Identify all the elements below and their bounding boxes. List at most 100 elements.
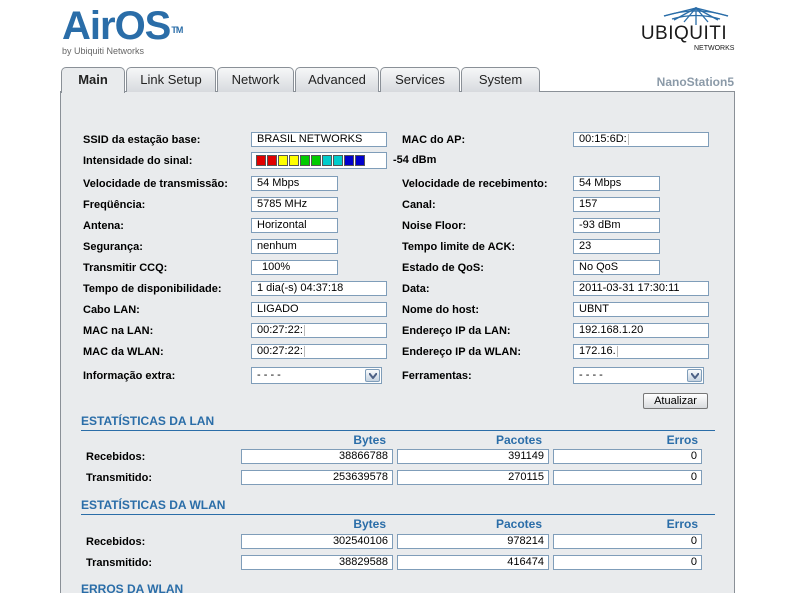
wlan-tx-packets: 416474 xyxy=(397,555,549,570)
wlan-ip-label: Endereço IP da WLAN: xyxy=(402,346,521,358)
lan-cable-label: Cabo LAN: xyxy=(83,304,140,316)
signal-segment xyxy=(267,155,277,166)
brand-subtitle: NETWORKS xyxy=(694,45,735,52)
channel-label: Canal: xyxy=(402,199,436,211)
extra-info-label: Informação extra: xyxy=(83,370,176,382)
lan-rx-packets: 391149 xyxy=(397,449,549,464)
tab-advanced[interactable]: Advanced xyxy=(295,67,379,92)
redacted-mask xyxy=(303,324,354,336)
security-value: nenhum xyxy=(251,239,338,254)
lan-tx-packets: 270115 xyxy=(397,470,549,485)
logo-text: AirOS xyxy=(62,4,171,48)
signal-segment xyxy=(289,155,299,166)
uptime-label: Tempo de disponibilidade: xyxy=(83,283,222,295)
ack-timeout-label: Tempo limite de ACK: xyxy=(402,241,516,253)
ubiquiti-logo: UBIQUITI NETWORKS xyxy=(632,4,742,54)
extra-info-select[interactable]: - - - - xyxy=(251,367,382,384)
ccq-value: 100% xyxy=(251,260,338,275)
lan-rx-label: Recebidos: xyxy=(86,451,146,463)
signal-segment xyxy=(311,155,321,166)
signal-segment xyxy=(300,155,310,166)
redacted-mask xyxy=(303,345,354,357)
tab-main[interactable]: Main xyxy=(61,67,125,93)
lan-ip-value: 192.168.1.20 xyxy=(573,323,709,338)
wlan-tx-bytes: 38829588 xyxy=(241,555,393,570)
lan-bytes-header: Bytes xyxy=(353,433,386,447)
redacted-mask xyxy=(627,133,678,145)
tx-rate-value: 54 Mbps xyxy=(251,176,338,191)
wlan-rx-errors: 0 xyxy=(553,534,702,549)
wlan-mac-text: 00:27:22: xyxy=(257,345,303,357)
airos-logo: AirOSTM by Ubiquiti Networks xyxy=(62,4,183,56)
lan-errors-header: Erros xyxy=(666,433,698,447)
lan-mac-label: MAC na LAN: xyxy=(83,325,154,337)
ssid-value: BRASIL NETWORKS xyxy=(251,132,387,147)
extra-info-selected: - - - - xyxy=(257,369,281,381)
rx-rate-value: 54 Mbps xyxy=(573,176,660,191)
qos-value: No QoS xyxy=(573,260,660,275)
ssid-label: SSID da estação base: xyxy=(83,134,201,146)
signal-segment xyxy=(333,155,343,166)
hostname-value: UBNT xyxy=(573,302,709,317)
redacted-mask xyxy=(616,345,667,357)
tools-label: Ferramentas: xyxy=(402,370,472,382)
wlan-ip-text: 172.16. xyxy=(579,345,616,357)
date-value: 2011-03-31 17:30:11 xyxy=(573,281,709,296)
signal-segment xyxy=(322,155,332,166)
hostname-label: Nome do host: xyxy=(402,304,479,316)
tab-network[interactable]: Network xyxy=(217,67,294,92)
wlan-packets-header: Pacotes xyxy=(495,517,542,531)
lan-packets-header: Pacotes xyxy=(495,433,542,447)
antenna-label: Antena: xyxy=(83,220,124,232)
lan-ip-label: Endereço IP da LAN: xyxy=(402,325,511,337)
lan-stats-title: ESTATÍSTICAS DA LAN xyxy=(81,414,215,428)
wlan-errors-title: ERROS DA WLAN xyxy=(81,582,184,593)
date-label: Data: xyxy=(402,283,430,295)
tab-system[interactable]: System xyxy=(461,67,540,92)
header: AirOSTM by Ubiquiti Networks UBIQUITI NE… xyxy=(0,0,800,66)
ap-mac-label: MAC do AP: xyxy=(402,134,466,146)
ap-mac-value: 00:15:6D: xyxy=(573,132,709,147)
lan-mac-value: 00:27:22: xyxy=(251,323,387,338)
chevron-down-icon[interactable] xyxy=(365,369,380,382)
security-label: Segurança: xyxy=(83,241,143,253)
signal-segment xyxy=(344,155,354,166)
lan-tx-bytes: 253639578 xyxy=(241,470,393,485)
signal-segment xyxy=(256,155,266,166)
lan-rx-bytes: 38866788 xyxy=(241,449,393,464)
wlan-tx-label: Transmitido: xyxy=(86,557,153,569)
tools-selected: - - - - xyxy=(579,369,603,381)
divider xyxy=(81,514,715,515)
signal-segment xyxy=(278,155,288,166)
chevron-down-icon[interactable] xyxy=(687,369,702,382)
lan-rx-errors: 0 xyxy=(553,449,702,464)
antenna-value: Horizontal xyxy=(251,218,338,233)
wlan-bytes-header: Bytes xyxy=(353,517,386,531)
noise-floor-value: -93 dBm xyxy=(573,218,660,233)
logo-tm: TM xyxy=(171,25,183,35)
wlan-mac-label: MAC da WLAN: xyxy=(83,346,164,358)
wlan-ip-value: 172.16. xyxy=(573,344,709,359)
device-name: NanoStation5 xyxy=(656,75,734,89)
tab-services[interactable]: Services xyxy=(380,67,460,92)
signal-value: -54 dBm xyxy=(393,154,437,166)
wlan-rx-label: Recebidos: xyxy=(86,536,146,548)
wlan-tx-errors: 0 xyxy=(553,555,702,570)
tx-rate-label: Velocidade de transmissão: xyxy=(83,178,228,190)
divider xyxy=(81,430,715,431)
signal-meter xyxy=(251,152,387,169)
signal-segment xyxy=(355,155,365,166)
wlan-rx-bytes: 302540106 xyxy=(241,534,393,549)
brand-name: UBIQUITI xyxy=(640,23,728,44)
tab-link-setup[interactable]: Link Setup xyxy=(126,67,216,92)
wlan-mac-value: 00:27:22: xyxy=(251,344,387,359)
lan-tx-errors: 0 xyxy=(553,470,702,485)
ack-timeout-value: 23 xyxy=(573,239,660,254)
refresh-button[interactable]: Atualizar xyxy=(643,393,708,409)
noise-floor-label: Noise Floor: xyxy=(402,220,467,232)
rx-rate-label: Velocidade de recebimento: xyxy=(402,178,548,190)
tools-select[interactable]: - - - - xyxy=(573,367,704,384)
wlan-stats-title: ESTATÍSTICAS DA WLAN xyxy=(81,498,226,512)
lan-cable-value: LIGADO xyxy=(251,302,387,317)
uptime-value: 1 dia(-s) 04:37:18 xyxy=(251,281,387,296)
